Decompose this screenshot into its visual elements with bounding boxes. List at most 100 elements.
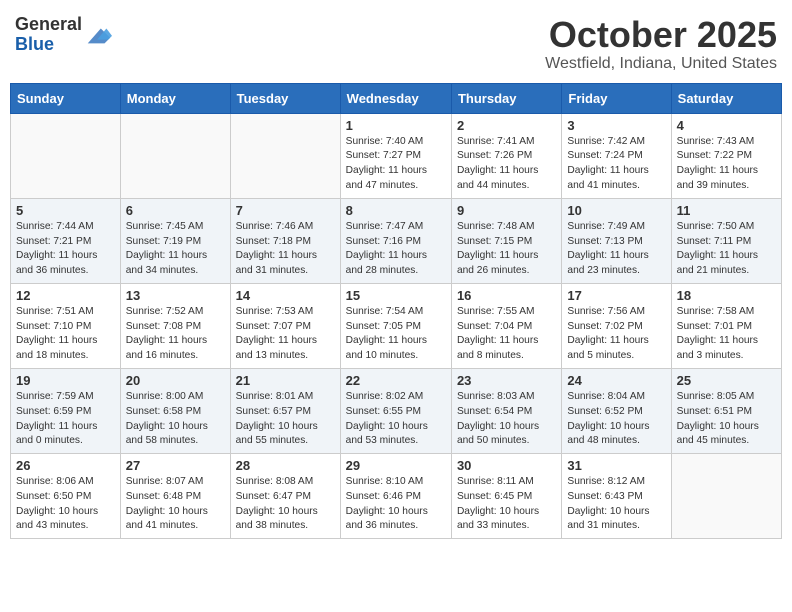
day-number: 1 (346, 118, 446, 133)
page-header: General Blue October 2025 Westfield, Ind… (10, 10, 782, 73)
day-number: 5 (16, 203, 115, 218)
weekday-header: Sunday (11, 83, 121, 113)
day-info: Sunrise: 8:07 AMSunset: 6:48 PMDaylight:… (126, 475, 225, 534)
calendar-cell: 30Sunrise: 8:11 AMSunset: 6:45 PMDayligh… (451, 454, 561, 539)
day-info: Sunrise: 7:49 AMSunset: 7:13 PMDaylight:… (567, 220, 665, 279)
calendar-cell: 18Sunrise: 7:58 AMSunset: 7:01 PMDayligh… (671, 283, 781, 368)
day-number: 6 (126, 203, 225, 218)
day-info: Sunrise: 7:50 AMSunset: 7:11 PMDaylight:… (677, 220, 776, 279)
calendar-cell: 29 Sunrise: 8:10 AMSunset: 6:46 PMDayligh… (340, 454, 451, 539)
weekday-header: Wednesday (340, 83, 451, 113)
day-info: Sunrise: 8:02 AMSunset: 6:55 PMDaylight:… (346, 390, 446, 449)
day-info: Sunrise: 8:00 AMSunset: 6:58 PMDaylight:… (126, 390, 225, 449)
calendar-cell: 8 Sunrise: 7:47 AMSunset: 7:16 PMDaylight… (340, 198, 451, 283)
calendar-cell: 17 Sunrise: 7:56 AMSunset: 7:02 PMDayligh… (562, 283, 671, 368)
day-info: Sunrise: 7:48 AMSunset: 7:15 PMDaylight:… (457, 220, 556, 279)
title-area: October 2025 Westfield, Indiana, United … (545, 15, 777, 73)
calendar-cell: 15 Sunrise: 7:54 AMSunset: 7:05 PMDayligh… (340, 283, 451, 368)
day-number: 13 (126, 288, 225, 303)
day-number: 2 (457, 118, 556, 133)
day-number: 16 (457, 288, 556, 303)
day-info: Sunrise: 8:03 AMSunset: 6:54 PMDaylight:… (457, 390, 556, 449)
weekday-header: Saturday (671, 83, 781, 113)
day-info: Sunrise: 7:56 AMSunset: 7:02 PMDaylight:… (567, 305, 665, 364)
day-info: Sunrise: 8:05 AMSunset: 6:51 PMDaylight:… (677, 390, 776, 449)
day-number: 4 (677, 118, 776, 133)
day-number: 19 (16, 373, 115, 388)
day-info: Sunrise: 7:58 AMSunset: 7:01 PMDaylight:… (677, 305, 776, 364)
calendar-cell: 27 Sunrise: 8:07 AMSunset: 6:48 PMDayligh… (120, 454, 230, 539)
calendar-cell: 5 Sunrise: 7:44 AMSunset: 7:21 PMDaylight… (11, 198, 121, 283)
day-info: Sunrise: 7:45 AMSunset: 7:19 PMDaylight:… (126, 220, 225, 279)
calendar-week-row: 19 Sunrise: 7:59 AMSunset: 6:59 PMDayligh… (11, 368, 782, 453)
calendar-cell (671, 454, 781, 539)
day-info: Sunrise: 8:01 AMSunset: 6:57 PMDaylight:… (236, 390, 335, 449)
day-number: 27 (126, 458, 225, 473)
weekday-header: Tuesday (230, 83, 340, 113)
day-number: 8 (346, 203, 446, 218)
day-info: Sunrise: 7:46 AMSunset: 7:18 PMDaylight:… (236, 220, 335, 279)
day-number: 22 (346, 373, 446, 388)
day-number: 21 (236, 373, 335, 388)
calendar-cell: 6 Sunrise: 7:45 AMSunset: 7:19 PMDaylight… (120, 198, 230, 283)
calendar-cell (120, 113, 230, 198)
day-number: 24 (567, 373, 665, 388)
day-info: Sunrise: 7:54 AMSunset: 7:05 PMDaylight:… (346, 305, 446, 364)
calendar-cell: 4 Sunrise: 7:43 AMSunset: 7:22 PMDaylight… (671, 113, 781, 198)
location-title: Westfield, Indiana, United States (545, 55, 777, 73)
day-number: 29 (346, 458, 446, 473)
day-number: 23 (457, 373, 556, 388)
calendar-cell: 31Sunrise: 8:12 AMSunset: 6:43 PMDayligh… (562, 454, 671, 539)
calendar-cell: 26 Sunrise: 8:06 AMSunset: 6:50 PMDayligh… (11, 454, 121, 539)
day-number: 20 (126, 373, 225, 388)
day-info: Sunrise: 7:53 AMSunset: 7:07 PMDaylight:… (236, 305, 335, 364)
weekday-header: Monday (120, 83, 230, 113)
calendar-week-row: 1 Sunrise: 7:40 AMSunset: 7:27 PMDaylight… (11, 113, 782, 198)
day-info: Sunrise: 8:06 AMSunset: 6:50 PMDaylight:… (16, 475, 115, 534)
calendar-cell: 3Sunrise: 7:42 AMSunset: 7:24 PMDaylight… (562, 113, 671, 198)
calendar-cell: 9 Sunrise: 7:48 AMSunset: 7:15 PMDaylight… (451, 198, 561, 283)
day-number: 26 (16, 458, 115, 473)
weekday-header: Friday (562, 83, 671, 113)
calendar-cell: 23 Sunrise: 8:03 AMSunset: 6:54 PMDayligh… (451, 368, 561, 453)
day-info: Sunrise: 7:55 AMSunset: 7:04 PMDaylight:… (457, 305, 556, 364)
day-info: Sunrise: 7:40 AMSunset: 7:27 PMDaylight:… (346, 135, 446, 194)
day-number: 9 (457, 203, 556, 218)
calendar-cell: 20 Sunrise: 8:00 AMSunset: 6:58 PMDayligh… (120, 368, 230, 453)
logo-line1: General (15, 15, 82, 35)
day-info: Sunrise: 7:47 AMSunset: 7:16 PMDaylight:… (346, 220, 446, 279)
day-info: Sunrise: 8:12 AMSunset: 6:43 PMDaylight:… (567, 475, 665, 534)
calendar-cell: 19 Sunrise: 7:59 AMSunset: 6:59 PMDayligh… (11, 368, 121, 453)
calendar-cell: 7 Sunrise: 7:46 AMSunset: 7:18 PMDaylight… (230, 198, 340, 283)
logo-icon (84, 21, 112, 49)
calendar-cell: 25 Sunrise: 8:05 AMSunset: 6:51 PMDayligh… (671, 368, 781, 453)
day-info: Sunrise: 7:59 AMSunset: 6:59 PMDaylight:… (16, 390, 115, 449)
day-number: 28 (236, 458, 335, 473)
calendar-cell: 24 Sunrise: 8:04 AMSunset: 6:52 PMDayligh… (562, 368, 671, 453)
logo-line2: Blue (15, 35, 82, 55)
calendar-cell: 21 Sunrise: 8:01 AMSunset: 6:57 PMDayligh… (230, 368, 340, 453)
day-number: 25 (677, 373, 776, 388)
calendar-cell: 14 Sunrise: 7:53 AMSunset: 7:07 PMDayligh… (230, 283, 340, 368)
day-number: 14 (236, 288, 335, 303)
day-info: Sunrise: 8:10 AMSunset: 6:46 PMDaylight:… (346, 475, 446, 534)
day-number: 7 (236, 203, 335, 218)
day-info: Sunrise: 7:42 AMSunset: 7:24 PMDaylight:… (567, 135, 665, 194)
day-number: 10 (567, 203, 665, 218)
logo: General Blue (15, 15, 112, 55)
month-title: October 2025 (545, 15, 777, 55)
day-number: 12 (16, 288, 115, 303)
day-info: Sunrise: 8:11 AMSunset: 6:45 PMDaylight:… (457, 475, 556, 534)
calendar-cell: 22 Sunrise: 8:02 AMSunset: 6:55 PMDayligh… (340, 368, 451, 453)
day-info: Sunrise: 7:43 AMSunset: 7:22 PMDaylight:… (677, 135, 776, 194)
day-number: 17 (567, 288, 665, 303)
day-number: 15 (346, 288, 446, 303)
calendar-header-row: SundayMondayTuesdayWednesdayThursdayFrid… (11, 83, 782, 113)
calendar-week-row: 12Sunrise: 7:51 AMSunset: 7:10 PMDayligh… (11, 283, 782, 368)
day-info: Sunrise: 8:04 AMSunset: 6:52 PMDaylight:… (567, 390, 665, 449)
day-info: Sunrise: 7:44 AMSunset: 7:21 PMDaylight:… (16, 220, 115, 279)
day-info: Sunrise: 8:08 AMSunset: 6:47 PMDaylight:… (236, 475, 335, 534)
calendar-cell: 28 Sunrise: 8:08 AMSunset: 6:47 PMDayligh… (230, 454, 340, 539)
day-info: Sunrise: 7:41 AMSunset: 7:26 PMDaylight:… (457, 135, 556, 194)
calendar-cell (11, 113, 121, 198)
